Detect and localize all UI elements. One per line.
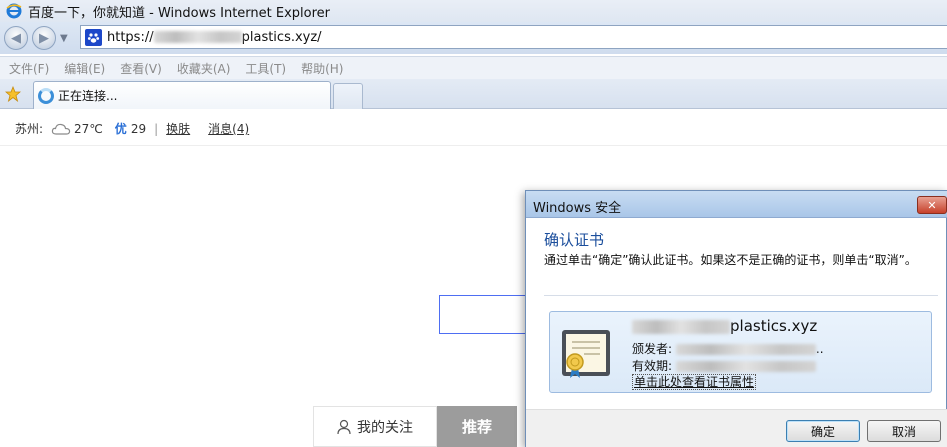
redacted-domain-part — [632, 319, 730, 334]
menu-favorites[interactable]: 收藏夹(A) — [177, 60, 231, 77]
menu-view[interactable]: 查看(V) — [120, 60, 162, 77]
menu-help[interactable]: 帮助(H) — [301, 60, 343, 77]
address-url[interactable]: https:// plastics.xyz/ — [107, 30, 322, 45]
menu-edit[interactable]: 编辑(E) — [64, 60, 105, 77]
history-dropdown-icon[interactable]: ▼ — [60, 33, 68, 44]
favorites-star-icon[interactable] — [4, 85, 22, 103]
dialog-heading: 确认证书 — [544, 231, 605, 249]
navigation-bar: ◀ ▶ ▼ https:// plastics.xyz/ — [0, 22, 947, 54]
tab-active[interactable]: 正在连接... — [33, 81, 331, 109]
certificate-icon — [558, 324, 614, 382]
site-favicon-icon — [85, 28, 102, 46]
weather-temperature: 27℃ — [74, 121, 103, 136]
person-icon — [337, 419, 351, 435]
forward-button[interactable]: ▶ — [32, 26, 56, 50]
messages-link[interactable]: 消息(4) — [208, 120, 249, 137]
cancel-button[interactable]: 取消 — [867, 420, 941, 442]
search-input[interactable] — [439, 295, 529, 334]
my-follow-tab[interactable]: 我的关注 — [313, 406, 437, 447]
tab-label: 正在连接... — [58, 89, 118, 103]
window-titlebar: 百度一下，你就知道 - Windows Internet Explorer — [0, 0, 947, 22]
dialog-message: 通过单击“确定”确认此证书。如果这不是正确的证书，则单击“取消”。 — [544, 253, 917, 267]
menu-file[interactable]: 文件(F) — [9, 60, 49, 77]
certificate-validity: 有效期: — [632, 357, 816, 374]
certificate-domain-suffix: plastics.xyz — [730, 317, 818, 335]
certificate-panel[interactable]: plastics.xyz 颁发者: .. 有效期: 单击此处查看证书属性 — [549, 311, 932, 393]
my-follow-label: 我的关注 — [357, 419, 413, 436]
recommend-tab[interactable]: 推荐 — [437, 406, 517, 447]
window-title: 百度一下，你就知道 - Windows Internet Explorer — [28, 5, 330, 21]
address-bar[interactable]: https:// plastics.xyz/ — [80, 25, 947, 49]
ie-logo-icon — [6, 3, 22, 19]
dialog-divider — [544, 295, 938, 296]
redacted-validity — [675, 361, 816, 372]
loading-spinner-icon — [38, 87, 54, 104]
dialog-close-button[interactable]: ✕ — [917, 196, 947, 214]
validity-label: 有效期: — [632, 359, 673, 373]
back-button[interactable]: ◀ — [4, 26, 28, 50]
menu-tools[interactable]: 工具(T) — [245, 60, 286, 77]
tab-bar: 正在连接... — [0, 79, 947, 109]
menu-bar: 文件(F) 编辑(E) 查看(V) 收藏夹(A) 工具(T) 帮助(H) — [0, 56, 947, 79]
certificate-issuer: 颁发者: .. — [632, 340, 824, 357]
dialog-footer: 确定 取消 — [526, 409, 947, 447]
weather-city: 苏州: — [15, 122, 44, 136]
page-topbar: 苏州: 27℃ 优 29 | 换肤 消息(4) — [0, 112, 947, 146]
skin-link[interactable]: 换肤 — [166, 120, 190, 137]
aqi-label: 优 — [114, 122, 127, 136]
issuer-ellipsis: .. — [815, 342, 824, 356]
dialog-title: Windows 安全 — [533, 201, 622, 216]
address-url-suffix: plastics.xyz/ — [241, 29, 322, 45]
issuer-label: 颁发者: — [632, 342, 673, 356]
aqi-value: 29 — [130, 121, 147, 136]
address-url-prefix: https:// — [107, 29, 154, 45]
cloud-icon — [51, 122, 71, 136]
topbar-separator: | — [154, 121, 159, 136]
certificate-domain: plastics.xyz — [632, 317, 817, 335]
ok-button[interactable]: 确定 — [786, 420, 860, 442]
redacted-url-part — [153, 31, 242, 43]
dialog-titlebar: Windows 安全 ✕ — [526, 191, 947, 218]
view-certificate-link[interactable]: 单击此处查看证书属性 — [632, 374, 757, 390]
new-tab-button[interactable] — [333, 83, 363, 109]
redacted-issuer — [675, 344, 816, 355]
security-dialog: Windows 安全 ✕ 确认证书 通过单击“确定”确认此证书。如果这不是正确的… — [525, 190, 947, 447]
